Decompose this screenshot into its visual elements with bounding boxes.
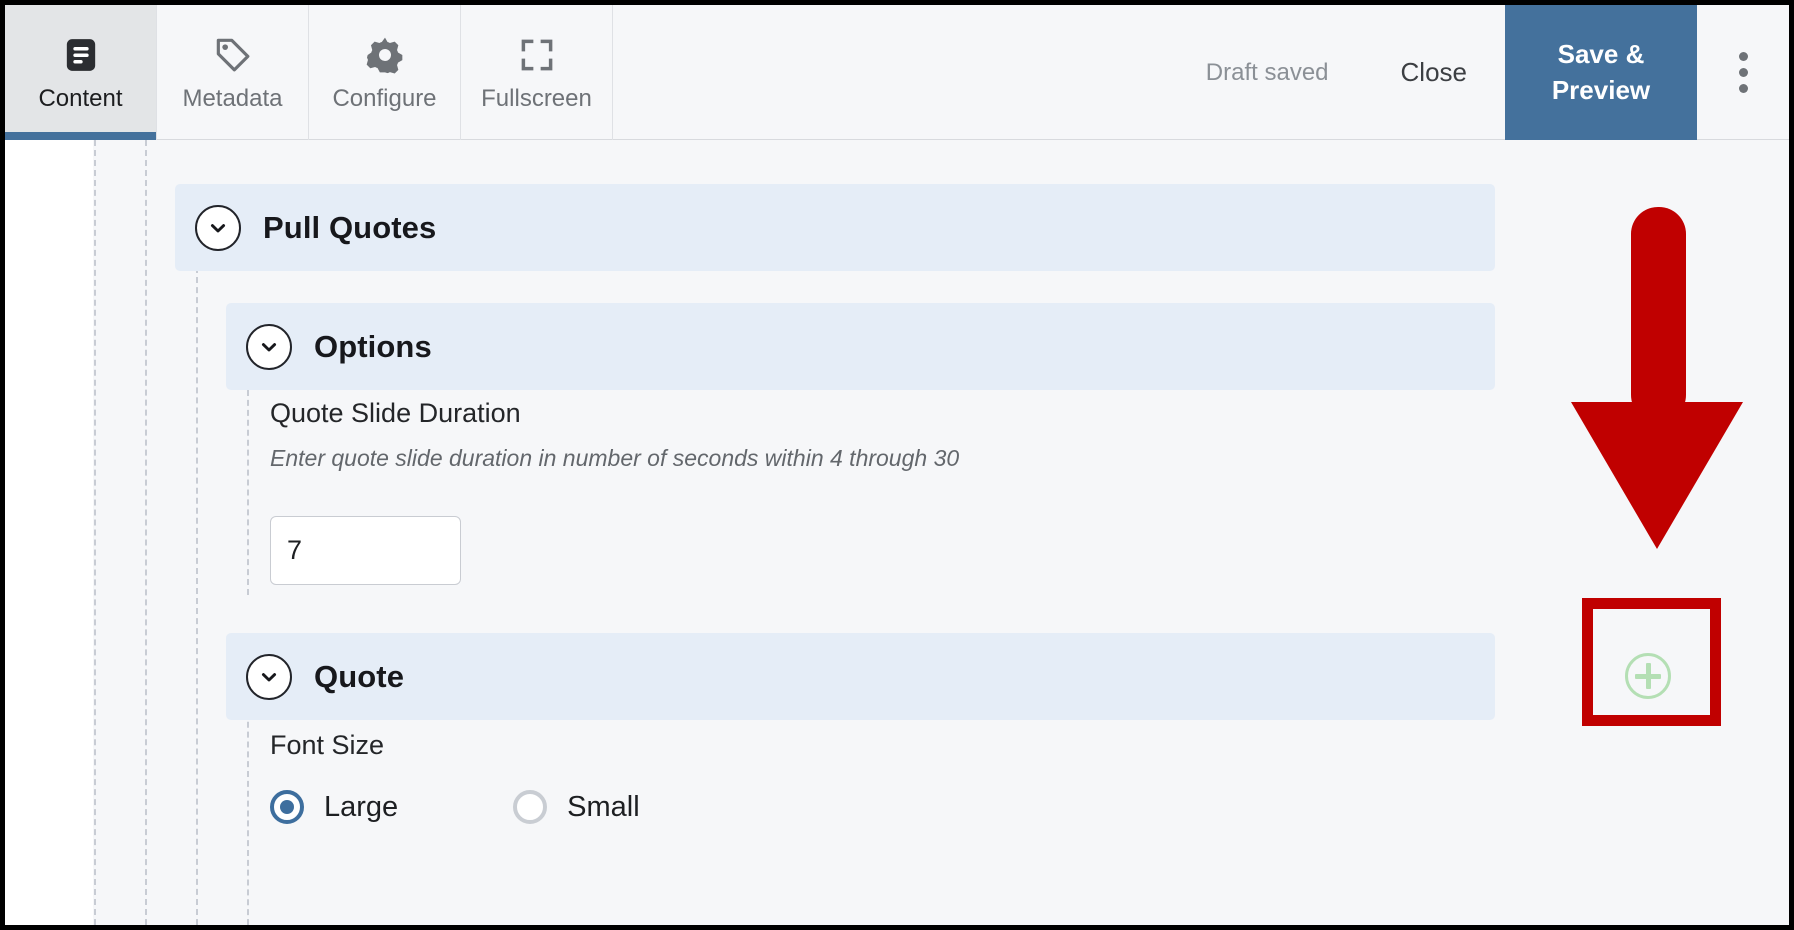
quote-slide-duration-input[interactable] bbox=[270, 516, 461, 585]
tab-metadata-label: Metadata bbox=[182, 85, 283, 112]
plus-circle-icon-v bbox=[1645, 663, 1651, 689]
overflow-menu-button[interactable] bbox=[1697, 5, 1789, 140]
save-preview-label-line1: Save & bbox=[1557, 39, 1645, 70]
font-size-option-small-label: Small bbox=[567, 790, 640, 823]
save-and-preview-button[interactable]: Save & Preview bbox=[1505, 5, 1697, 140]
document-icon bbox=[60, 34, 102, 76]
font-size-radio-group: Large Small bbox=[270, 790, 640, 824]
tab-metadata[interactable]: Metadata bbox=[157, 5, 309, 140]
section-title-options: Options bbox=[314, 328, 432, 364]
close-button[interactable]: Close bbox=[1363, 5, 1505, 140]
nesting-guide-2 bbox=[145, 140, 147, 925]
nesting-guide-4a bbox=[247, 380, 249, 595]
font-size-option-small[interactable]: Small bbox=[513, 790, 640, 824]
section-title-pull-quotes: Pull Quotes bbox=[263, 209, 437, 245]
kebab-menu-icon bbox=[1738, 52, 1748, 93]
radio-large-indicator[interactable] bbox=[270, 790, 304, 824]
section-title-quote: Quote bbox=[314, 658, 405, 694]
section-header-options[interactable]: Options bbox=[226, 303, 1495, 390]
fullscreen-icon bbox=[516, 34, 558, 76]
font-size-label: Font Size bbox=[270, 730, 385, 760]
tab-fullscreen[interactable]: Fullscreen bbox=[461, 5, 613, 140]
font-size-option-large[interactable]: Large bbox=[270, 790, 398, 824]
editor-toolbar: Content Metadata Configure Fullscreen Dr… bbox=[5, 5, 1789, 140]
add-quote-button[interactable] bbox=[1625, 653, 1671, 699]
font-size-option-large-label: Large bbox=[324, 790, 399, 823]
tag-icon bbox=[212, 34, 254, 76]
radio-small-indicator[interactable] bbox=[513, 790, 548, 824]
tab-fullscreen-label: Fullscreen bbox=[481, 85, 592, 112]
save-preview-label-line2: Preview bbox=[1551, 74, 1651, 105]
section-header-pull-quotes[interactable]: Pull Quotes bbox=[175, 184, 1495, 271]
nesting-guide-4b bbox=[247, 702, 249, 925]
quote-slide-duration-label: Quote Slide Duration bbox=[270, 398, 521, 428]
left-gutter bbox=[5, 140, 93, 925]
tab-content[interactable]: Content bbox=[5, 5, 157, 140]
tab-content-label: Content bbox=[38, 85, 123, 112]
chevron-down-icon-pull-quotes[interactable] bbox=[195, 204, 241, 251]
editor-window: Content Metadata Configure Fullscreen Dr… bbox=[0, 0, 1794, 930]
quote-slide-duration-help: Enter quote slide duration in number of … bbox=[270, 445, 960, 471]
section-header-quote[interactable]: Quote bbox=[226, 633, 1495, 720]
draft-status: Draft saved bbox=[1205, 58, 1329, 86]
gear-icon bbox=[364, 34, 406, 76]
chevron-down-icon-options[interactable] bbox=[246, 323, 292, 370]
nesting-guide-1 bbox=[94, 140, 96, 925]
editor-canvas: Pull Quotes Options Quote Slide Duration… bbox=[5, 140, 1789, 925]
tab-configure[interactable]: Configure bbox=[309, 5, 461, 140]
nesting-guide-3 bbox=[196, 257, 198, 925]
tab-configure-label: Configure bbox=[332, 85, 437, 112]
chevron-down-icon-quote[interactable] bbox=[246, 653, 292, 700]
